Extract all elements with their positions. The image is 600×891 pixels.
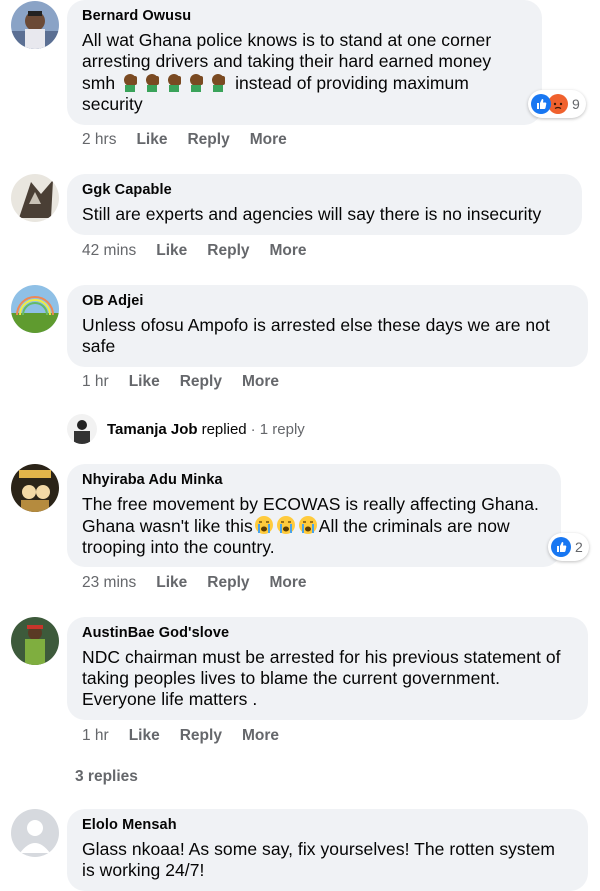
like-button[interactable]: Like [136, 130, 167, 150]
comment-time[interactable]: 2 hrs [82, 130, 116, 150]
comment-time[interactable]: 1 hr [82, 372, 109, 392]
like-button[interactable]: Like [156, 573, 187, 593]
crying-face-icon [254, 516, 273, 534]
avatar[interactable] [11, 285, 59, 333]
crying-face-icon [276, 516, 295, 534]
comment-text: All wat Ghana police knows is to stand a… [82, 30, 526, 115]
comment-bubble: Ggk Capable Still are experts and agenci… [67, 174, 582, 235]
reply-count[interactable]: · 1 reply [251, 421, 305, 438]
reply-summary[interactable]: Tamanja Job replied · 1 reply [67, 412, 305, 446]
reply-button[interactable]: Reply [180, 726, 222, 746]
view-replies-link[interactable]: 3 replies [75, 768, 138, 786]
comment-text: Still are experts and agencies will say … [82, 204, 542, 224]
comment-bubble: Elolo Mensah Glass nkoaa! As some say, f… [67, 809, 588, 891]
comment-author[interactable]: Nhyiraba Adu Minka [82, 471, 545, 489]
reply-button[interactable]: Reply [187, 130, 229, 150]
reaction-summary[interactable]: 2 [548, 533, 589, 561]
comment-actions: 42 mins Like Reply More [82, 241, 327, 261]
comment-author[interactable]: Elolo Mensah [82, 816, 572, 834]
comment-actions: 23 mins Like Reply More [82, 573, 327, 593]
reaction-summary[interactable]: 9 [528, 90, 586, 118]
more-button[interactable]: More [270, 241, 307, 261]
comment-text: The free movement by ECOWAS is really af… [82, 494, 545, 558]
avatar [67, 414, 97, 444]
comment-author[interactable]: AustinBae God'slove [82, 624, 572, 642]
like-button[interactable]: Like [129, 726, 160, 746]
reply-button[interactable]: Reply [207, 241, 249, 261]
comment-actions: 1 hr Like Reply More [82, 726, 299, 746]
like-button[interactable]: Like [156, 241, 187, 261]
comment-bubble: Bernard Owusu All wat Ghana police knows… [67, 0, 542, 125]
crying-emoji-group [253, 516, 319, 536]
comment-author[interactable]: OB Adjei [82, 292, 572, 310]
comment-bubble: Nhyiraba Adu Minka The free movement by … [67, 464, 561, 567]
facepalm-emoji-group [120, 73, 235, 93]
comment-bubble: AustinBae God'slove NDC chairman must be… [67, 617, 588, 720]
more-button[interactable]: More [242, 726, 279, 746]
more-button[interactable]: More [270, 573, 307, 593]
reply-button[interactable]: Reply [207, 573, 249, 593]
avatar[interactable] [11, 1, 59, 49]
replied-label: replied [201, 420, 247, 438]
crying-face-icon [298, 516, 317, 534]
avatar[interactable] [11, 174, 59, 222]
facepalm-icon [212, 74, 226, 92]
more-button[interactable]: More [250, 130, 287, 150]
comment-text: NDC chairman must be arrested for his pr… [82, 647, 561, 709]
comment-time[interactable]: 42 mins [82, 241, 136, 261]
comment-actions: 1 hr Like Reply More [82, 372, 299, 392]
comment-author[interactable]: Ggk Capable [82, 181, 566, 199]
comment-time[interactable]: 1 hr [82, 726, 109, 746]
like-icon [551, 537, 571, 557]
facepalm-icon [146, 74, 160, 92]
reaction-count: 2 [575, 539, 583, 555]
facepalm-icon [168, 74, 182, 92]
comment-text: Glass nkoaa! As some say, fix yourselves… [82, 839, 556, 880]
comment-actions: 2 hrs Like Reply More [82, 130, 307, 150]
avatar[interactable] [11, 464, 59, 512]
angry-icon [548, 94, 568, 114]
avatar[interactable] [11, 617, 59, 665]
comment-author[interactable]: Bernard Owusu [82, 7, 526, 25]
facepalm-icon [190, 74, 204, 92]
facepalm-icon [124, 74, 138, 92]
like-icon [531, 94, 551, 114]
avatar[interactable] [11, 809, 59, 857]
comment-bubble: OB Adjei Unless ofosu Ampofo is arrested… [67, 285, 588, 367]
comment-time[interactable]: 23 mins [82, 573, 136, 593]
more-button[interactable]: More [242, 372, 279, 392]
reaction-count: 9 [572, 96, 580, 112]
like-button[interactable]: Like [129, 372, 160, 392]
reply-button[interactable]: Reply [180, 372, 222, 392]
reply-author[interactable]: Tamanja Job [107, 421, 198, 438]
comment-text: Unless ofosu Ampofo is arrested else the… [82, 315, 550, 356]
